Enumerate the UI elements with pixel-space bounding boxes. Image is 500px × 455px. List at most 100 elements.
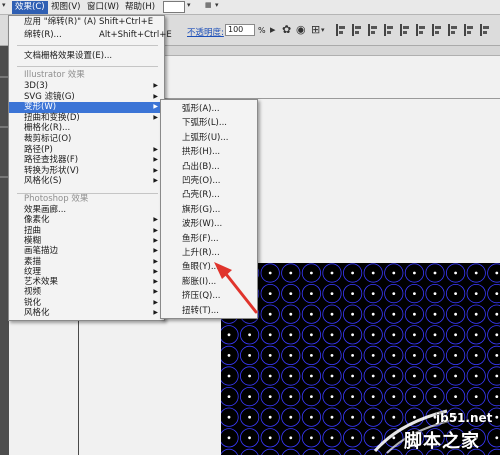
menu-item-illustrator-effect[interactable]: 3D(3) ▶	[9, 81, 164, 92]
menubar-item[interactable]: 帮助(H)	[122, 1, 158, 14]
menu-item-illustrator-effect[interactable]: 裁剪标记(O)	[9, 134, 164, 145]
menu-item-document-raster-settings[interactable]: 文档栅格效果设置(E)...	[9, 51, 164, 62]
menu-item-warp[interactable]: 凸壳(R)...	[161, 188, 257, 202]
illustrator-window: ▾ 效果(C) 视图(V) 窗口(W) 帮助(H) ▾ ▦ ▾ 不透明度: 100 %…	[0, 0, 500, 455]
grid-align-icon[interactable]: ⊞	[311, 23, 320, 37]
distribute-bottom-icon[interactable]	[464, 24, 473, 36]
dot-center	[413, 374, 416, 378]
menu-item-label: 效果画廊...	[24, 205, 67, 215]
menu-item-shortcut: Alt+Shift+Ctrl+E	[99, 30, 172, 40]
stroke-swatch[interactable]	[163, 1, 185, 13]
align-left-icon[interactable]	[336, 24, 345, 36]
menu-item-illustrator-effect[interactable]: SVG 滤镜(G) ▶	[9, 92, 164, 103]
photoshop-effects-header: Photoshop 效果	[24, 194, 89, 204]
menu-item-label: 视频	[24, 287, 42, 298]
menu-item-warp[interactable]: 凹壳(O)...	[161, 174, 257, 188]
recolor-icon[interactable]: ◉	[296, 23, 306, 37]
menu-item-label: 栅格化(R)...	[24, 123, 71, 134]
submenu-arrow-icon: ▶	[153, 145, 158, 153]
menu-item-warp[interactable]: 膨胀(I)...	[161, 275, 257, 289]
opacity-dropdown-icon[interactable]: ▸	[270, 23, 276, 37]
grid-align-dropdown-icon[interactable]: ▾	[321, 23, 325, 37]
menu-item-photoshop-effect[interactable]: 模糊 ▶	[9, 236, 164, 246]
menu-item-warp[interactable]: 旗形(G)...	[161, 203, 257, 217]
menu-item-warp[interactable]: 下弧形(L)...	[161, 116, 257, 130]
align-vcenter-icon[interactable]	[400, 24, 409, 36]
align-buttons	[330, 24, 500, 36]
menu-item-warp[interactable]: 上升(R)...	[161, 246, 257, 260]
menu-item-warp[interactable]: 拱形(H)...	[161, 145, 257, 159]
menu-item-illustrator-effect[interactable]: 栅格化(R)...	[9, 123, 164, 134]
align-hcenter-icon[interactable]	[352, 24, 361, 36]
dot-center	[310, 415, 313, 419]
align-bottom-icon[interactable]	[416, 24, 425, 36]
graphic-style-icon[interactable]: ▦	[205, 1, 212, 9]
style-icon[interactable]: ✿	[282, 23, 291, 37]
submenu-arrow-icon: ▶	[153, 177, 158, 185]
menu-item-illustrator-effect[interactable]: 风格化(S) ▶	[9, 176, 164, 187]
menubar-item[interactable]: 窗口(W)	[84, 1, 122, 14]
graphic-style-dropdown-icon[interactable]: ▾	[215, 1, 219, 9]
menu-item-label: 裁剪标记(O)	[24, 134, 72, 144]
dot-center	[454, 354, 457, 357]
menu-item-photoshop-effect[interactable]: 锐化 ▶	[9, 298, 164, 308]
menu-item-warp[interactable]: 鱼形(F)...	[161, 232, 257, 246]
menu-item-photoshop-effect[interactable]: 风格化 ▶	[9, 308, 164, 318]
menu-item-label: 纹理	[24, 266, 42, 277]
menu-item-photoshop-effect[interactable]: 艺术效果 ▶	[9, 277, 164, 287]
dot-center	[371, 354, 375, 357]
menu-item-illustrator-effect[interactable]: 路径查找器(F) ▶	[9, 155, 164, 166]
dot-center	[495, 395, 499, 398]
dot-center	[413, 271, 416, 275]
menu-item-label: 像素化	[24, 215, 50, 226]
dot-center	[227, 333, 231, 337]
menubar-overflow-icon[interactable]: ▾	[2, 1, 6, 9]
dot-ring	[281, 448, 300, 455]
watermark-url: jb51.net	[436, 411, 493, 425]
menubar-item[interactable]: 视图(V)	[48, 1, 83, 14]
opacity-label[interactable]: 不透明度:	[187, 26, 224, 38]
menu-item-photoshop-effect[interactable]: 扭曲 ▶	[9, 226, 164, 236]
submenu-arrow-icon: ▶	[153, 247, 158, 255]
dot-center	[330, 312, 334, 316]
opacity-input[interactable]: 100	[225, 24, 255, 36]
menu-item-warp[interactable]: 上弧形(U)...	[161, 131, 257, 145]
menu-item-photoshop-effect[interactable]: 画笔描边 ▶	[9, 246, 164, 256]
dot-center	[495, 354, 499, 357]
menu-item-photoshop-effect[interactable]: 素描 ▶	[9, 257, 164, 267]
submenu-arrow-icon: ▶	[153, 113, 158, 121]
menu-item-warp[interactable]: 鱼眼(Y)...	[161, 260, 257, 274]
dot-center	[474, 395, 478, 398]
menu-item-illustrator-effect[interactable]: 转换为形状(V) ▶	[9, 166, 164, 177]
dot-center	[454, 271, 457, 275]
menu-item-apply-last-effect[interactable]: 应用 "绵转(R)" (A) Shift+Ctrl+E	[9, 17, 164, 28]
menu-item-warp[interactable]: 波形(W)...	[161, 217, 257, 231]
align-right-icon[interactable]	[368, 24, 377, 36]
dot-center	[413, 312, 416, 316]
swatch-dropdown-icon[interactable]: ▾	[187, 1, 191, 9]
menu-item-photoshop-effect[interactable]: 纹理 ▶	[9, 267, 164, 277]
dot-center	[351, 374, 354, 378]
menu-item-warp[interactable]: 挤压(Q)...	[161, 289, 257, 303]
menu-item-warp[interactable]: 弧形(A)...	[161, 102, 257, 116]
menu-item-photoshop-effect[interactable]: 像素化 ▶	[9, 215, 164, 225]
dot-center	[227, 374, 231, 378]
menu-item-last-effect[interactable]: 绵转(R)... Alt+Shift+Ctrl+E	[9, 30, 172, 41]
dot-center	[433, 374, 437, 378]
dot-center	[351, 333, 354, 337]
distribute-vcenter-icon[interactable]	[448, 24, 457, 36]
menu-item-illustrator-effect[interactable]: 路径(P) ▶	[9, 145, 164, 156]
distribute-left-icon[interactable]	[480, 24, 489, 36]
menu-item-warp[interactable]: 凸出(B)...	[161, 160, 257, 174]
dot-center	[289, 374, 293, 378]
menubar-item[interactable]: 效果(C)	[12, 1, 48, 14]
dot-center	[310, 374, 313, 378]
menu-item-illustrator-effect[interactable]: 扭曲和变换(D) ▶	[9, 113, 164, 124]
menu-item-photoshop-effect[interactable]: 效果画廊...	[9, 205, 164, 215]
menu-item-illustrator-effect[interactable]: 变形(W) ▶	[9, 102, 164, 113]
distribute-top-icon[interactable]	[432, 24, 441, 36]
menu-item-warp[interactable]: 扭转(T)...	[161, 304, 257, 318]
align-top-icon[interactable]	[384, 24, 393, 36]
menu-item-photoshop-effect[interactable]: 视频 ▶	[9, 287, 164, 297]
dot-center	[330, 415, 334, 419]
